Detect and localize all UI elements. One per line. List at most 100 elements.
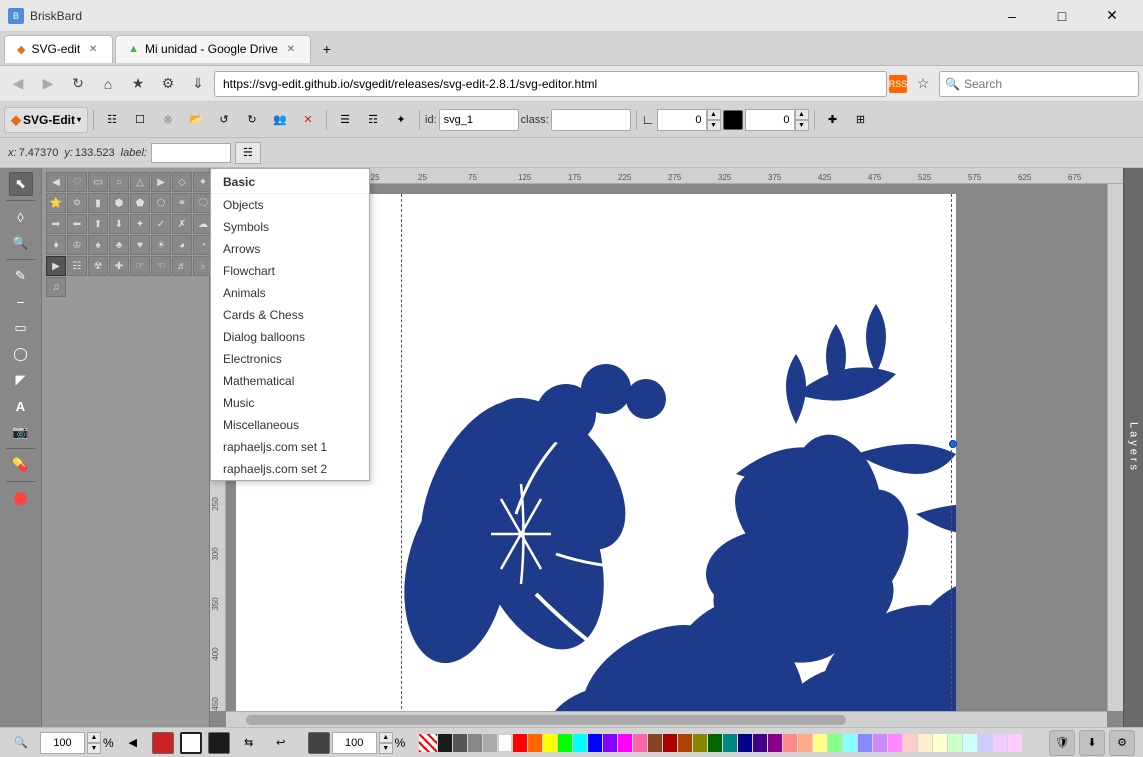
align-btn[interactable]: ☰ — [332, 107, 358, 133]
shape-check[interactable]: ✓ — [151, 214, 171, 234]
shape-pentagon[interactable]: ⬠ — [151, 193, 171, 213]
svg-edit-menu[interactable]: ◆ SVG-Edit ▾ — [4, 107, 88, 133]
palette-extra1[interactable] — [903, 734, 917, 752]
angle-down-btn[interactable]: ▼ — [707, 120, 721, 131]
shape-misc11[interactable]: ✚ — [109, 256, 129, 276]
bg-color-swatch[interactable] — [208, 732, 230, 754]
select-tool[interactable]: ⬉ — [9, 172, 33, 196]
menu-item-raphael1[interactable]: raphaeljs.com set 1 — [211, 436, 369, 458]
node-edit-tool[interactable]: ◊ — [9, 205, 33, 229]
shape-misc5[interactable]: ♥ — [130, 235, 150, 255]
label-icon-btn[interactable]: ☵ — [235, 142, 261, 164]
grid-btn[interactable]: ⊞ — [848, 107, 874, 133]
menu-item-symbols[interactable]: Symbols — [211, 216, 369, 238]
close-button[interactable]: ✕ — [1089, 0, 1135, 32]
class-input[interactable] — [551, 109, 631, 131]
shape-4star[interactable]: ✦ — [130, 214, 150, 234]
delete-btn[interactable]: ✕ — [295, 107, 321, 133]
zoom-out-btn[interactable]: 🔍 — [8, 730, 34, 756]
fill-color-swatch[interactable] — [152, 732, 174, 754]
new-tab-button[interactable]: + — [313, 35, 341, 63]
eyedropper-tool[interactable]: 💊 — [9, 453, 33, 477]
canvas-back-btn[interactable]: ☐ — [127, 107, 153, 133]
scrollbar-vertical[interactable] — [1107, 184, 1123, 711]
hist-back-btn[interactable]: ◀ — [120, 730, 146, 756]
shape-arrow-l[interactable]: ⬅ — [67, 214, 87, 234]
clone-btn[interactable]: 👥 — [267, 107, 293, 133]
palette-yellow[interactable] — [543, 734, 557, 752]
palette-gray2[interactable] — [468, 734, 482, 752]
shape-oct[interactable]: ⬟ — [130, 193, 150, 213]
shape-arrow-u[interactable]: ⬆ — [88, 214, 108, 234]
ellipse-tool[interactable]: ◯ — [9, 342, 33, 366]
image-tool[interactable]: 📷 — [9, 420, 33, 444]
palette-red[interactable] — [513, 734, 527, 752]
opacity-input-bottom[interactable] — [332, 732, 377, 754]
shape-misc10[interactable]: ☢ — [88, 256, 108, 276]
palette-magenta[interactable] — [618, 734, 632, 752]
palette-black[interactable] — [438, 734, 452, 752]
menu-item-music[interactable]: Music — [211, 392, 369, 414]
palette-lightcyan[interactable] — [843, 734, 857, 752]
download-button[interactable]: ⇓ — [184, 70, 212, 98]
palette-darkgreen[interactable] — [708, 734, 722, 752]
back-button[interactable]: ◀ — [4, 70, 32, 98]
maximize-button[interactable]: □ — [1039, 0, 1085, 32]
palette-extra6[interactable] — [978, 734, 992, 752]
shape-misc3[interactable]: ♠ — [88, 235, 108, 255]
zoom-down-btn[interactable]: ▼ — [87, 743, 101, 754]
palette-white[interactable] — [498, 734, 512, 752]
palette-extra3[interactable] — [933, 734, 947, 752]
selection-handle[interactable] — [949, 440, 957, 448]
palette-gray1[interactable] — [453, 734, 467, 752]
shape-rtriangle[interactable]: ▶ — [151, 172, 171, 192]
palette-brown[interactable] — [648, 734, 662, 752]
settings-button[interactable]: ⚙ — [154, 70, 182, 98]
tab-drive-close[interactable]: ✕ — [284, 42, 298, 56]
shape-select-btn[interactable]: ◀ — [46, 172, 66, 192]
palette-orange[interactable] — [528, 734, 542, 752]
palette-lightpink[interactable] — [888, 734, 902, 752]
layers-panel[interactable]: Layers — [1123, 168, 1143, 727]
palette-none[interactable] — [419, 734, 437, 752]
reset-colors-btn[interactable]: ↩ — [268, 730, 294, 756]
palette-extra8[interactable] — [1008, 734, 1022, 752]
palette-blue[interactable] — [588, 734, 602, 752]
palette-lightyellow[interactable] — [813, 734, 827, 752]
palette-pink[interactable] — [633, 734, 647, 752]
swap-colors-btn[interactable]: ⇆ — [236, 730, 262, 756]
angle-up-btn[interactable]: ▲ — [707, 109, 721, 120]
menu-item-animals[interactable]: Animals — [211, 282, 369, 304]
color-swatch[interactable] — [723, 110, 743, 130]
undo-btn[interactable]: ↺ — [211, 107, 237, 133]
forward-button[interactable]: ▶ — [34, 70, 62, 98]
opacity-down-bottom[interactable]: ▼ — [379, 743, 393, 754]
angle-input[interactable] — [657, 109, 707, 131]
shape-star6[interactable]: ✡ — [67, 193, 87, 213]
palette-teal[interactable] — [723, 734, 737, 752]
palette-cyan[interactable] — [573, 734, 587, 752]
shape-triangle[interactable]: △ — [130, 172, 150, 192]
shape-misc2[interactable]: ♔ — [67, 235, 87, 255]
shape-star5[interactable]: ⭐ — [46, 193, 66, 213]
pencil-tool[interactable]: ✎ — [9, 264, 33, 288]
menu-item-arrows[interactable]: Arrows — [211, 238, 369, 260]
bookmark-button[interactable]: ★ — [124, 70, 152, 98]
opacity-down-btn[interactable]: ▼ — [795, 120, 809, 131]
tab-google-drive[interactable]: ▲ Mi unidad - Google Drive ✕ — [115, 35, 311, 63]
crosshair-btn[interactable]: ✚ — [820, 107, 846, 133]
palette-darkorange[interactable] — [678, 734, 692, 752]
palette-extra4[interactable] — [948, 734, 962, 752]
menu-item-electronics[interactable]: Electronics — [211, 348, 369, 370]
shape-arrow-d[interactable]: ⬇ — [109, 214, 129, 234]
menu-item-miscellaneous[interactable]: Miscellaneous — [211, 414, 369, 436]
shape-arrow-r[interactable]: ➡ — [46, 214, 66, 234]
palette-gray3[interactable] — [483, 734, 497, 752]
opacity-input[interactable] — [745, 109, 795, 131]
menu-item-dialog[interactable]: Dialog balloons — [211, 326, 369, 348]
shape-rounded-rect[interactable]: ▮ — [88, 193, 108, 213]
palette-lavender[interactable] — [873, 734, 887, 752]
palette-extra2[interactable] — [918, 734, 932, 752]
tab-svg-edit[interactable]: ◆ SVG-edit ✕ — [4, 35, 113, 63]
palette-lightgreen[interactable] — [828, 734, 842, 752]
